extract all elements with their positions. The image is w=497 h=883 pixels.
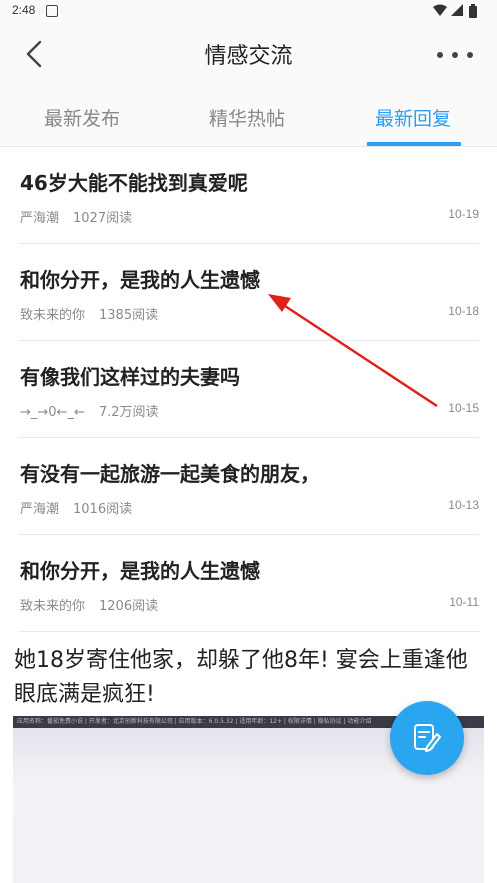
post-title: 和你分开，是我的人生遗憾 (20, 559, 260, 583)
edit-note-icon (414, 724, 441, 752)
list-item[interactable]: 有像我们这样过的夫妻吗 →_→0←_← 7.2万阅读 10-15 (18, 341, 479, 438)
tab-indicator (367, 142, 461, 146)
list-item[interactable]: 和你分开，是我的人生遗憾 致未来的你 1385阅读 10-18 (18, 244, 479, 341)
post-title: 有没有一起旅游一起美食的朋友， (20, 462, 320, 486)
post-author: 严海潮 (20, 502, 60, 517)
post-date: 10-18 (448, 304, 479, 318)
notification-icon (46, 5, 58, 17)
more-dot (452, 52, 458, 58)
post-meta: 致未来的你 1206阅读 (20, 595, 158, 614)
list-item[interactable]: 46岁大能不能找到真爱呢 严海潮 1027阅读 10-19 (18, 147, 479, 244)
status-time: 2:48 (12, 3, 36, 17)
post-views: 7.2万阅读 (98, 405, 159, 420)
page-title: 情感交流 (204, 44, 293, 69)
more-dot (467, 52, 473, 58)
post-date: 10-15 (448, 401, 479, 415)
tab-latest-replies[interactable]: 最新回复 (375, 104, 451, 131)
more-button[interactable] (435, 44, 475, 64)
post-author: 致未来的你 (20, 599, 86, 614)
list-item[interactable]: 和你分开，是我的人生遗憾 致未来的你 1206阅读 10-11 (18, 535, 479, 632)
post-author: 严海潮 (20, 211, 60, 226)
post-views: 1206阅读 (99, 599, 159, 614)
post-meta: 严海潮 1016阅读 (20, 498, 132, 517)
post-author: 致未来的你 (20, 308, 86, 323)
post-list: 46岁大能不能找到真爱呢 严海潮 1027阅读 10-19 和你分开，是我的人生遗… (0, 147, 497, 632)
tab-latest-posts[interactable]: 最新发布 (44, 104, 120, 131)
list-item[interactable]: 有没有一起旅游一起美食的朋友， 严海潮 1016阅读 10-13 (18, 438, 479, 535)
battery-icon (469, 4, 477, 18)
wifi-icon (433, 4, 447, 16)
post-title: 有像我们这样过的夫妻吗 (20, 365, 240, 389)
post-views: 1027阅读 (73, 211, 133, 226)
post-author: →_→0←_← (20, 405, 85, 420)
post-date: 10-13 (448, 498, 479, 512)
post-date: 10-11 (449, 595, 479, 609)
post-views: 1385阅读 (99, 308, 159, 323)
post-title: 46岁大能不能找到真爱呢 (20, 171, 248, 195)
post-meta: →_→0←_← 7.2万阅读 (20, 401, 159, 420)
status-bar: 2:48 (0, 0, 497, 22)
signal-icon (451, 4, 463, 16)
post-title: 和你分开，是我的人生遗憾 (20, 268, 260, 292)
status-icons (433, 4, 485, 18)
post-views: 1016阅读 (73, 502, 133, 517)
post-meta: 严海潮 1027阅读 (20, 207, 132, 226)
app-bar: 情感交流 (0, 22, 497, 86)
post-date: 10-19 (448, 207, 479, 221)
more-horizontal-icon (437, 52, 443, 58)
post-meta: 致未来的你 1385阅读 (20, 304, 158, 323)
tab-featured[interactable]: 精华热帖 (209, 104, 285, 131)
compose-fab-button[interactable] (390, 701, 464, 775)
tab-bar: 最新发布 精华热帖 最新回复 (0, 86, 497, 147)
ad-title[interactable]: 她18岁寄住他家，却躲了他8年! 宴会上重逢他眼底满是疯狂! (14, 644, 484, 712)
